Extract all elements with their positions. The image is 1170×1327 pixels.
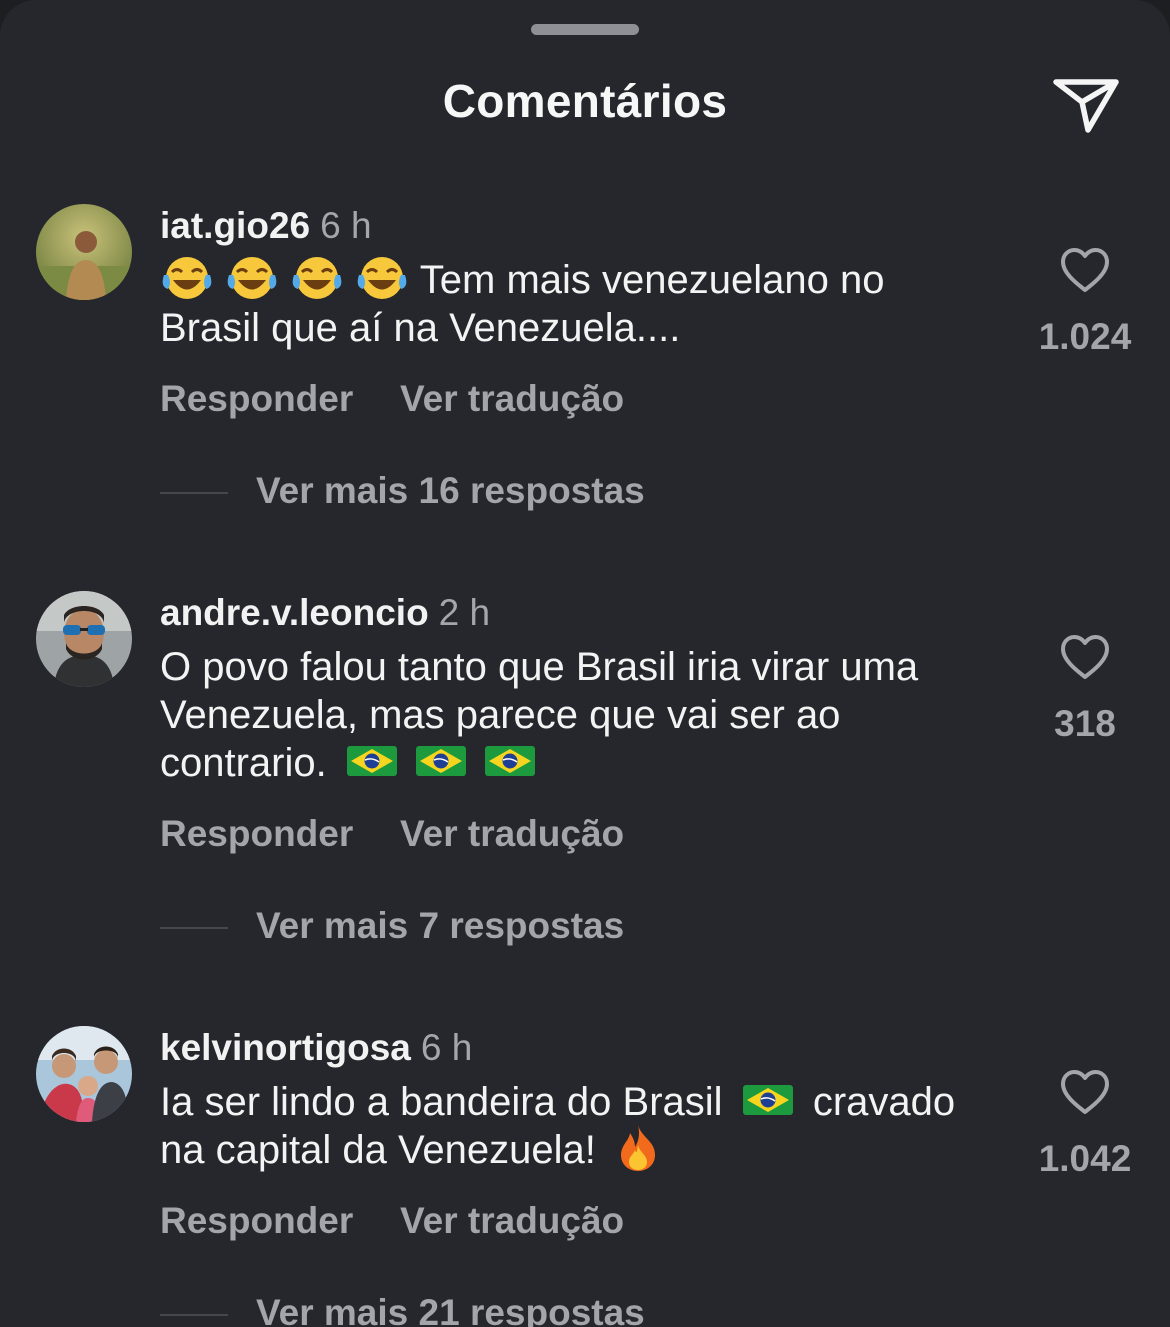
- page-title: Comentários: [442, 75, 728, 127]
- heart-icon[interactable]: [1059, 1068, 1111, 1116]
- like-count: 1.042: [1038, 1138, 1132, 1179]
- reply-button[interactable]: Responder: [160, 378, 353, 419]
- replies-divider: [160, 927, 228, 929]
- translate-button[interactable]: Ver tradução: [400, 1200, 624, 1242]
- comment-line: Tem mais venezuelano no: [160, 256, 1020, 304]
- heart-icon[interactable]: [1059, 246, 1111, 294]
- face-with-tears-of-joy-icon: [225, 255, 279, 301]
- like-count: 318: [1054, 703, 1116, 744]
- username[interactable]: iat.gio26: [160, 205, 310, 246]
- flag-brazil-icon: [484, 743, 536, 779]
- comment-text: Ia ser lindo a bandeira do Brasil cravad…: [160, 1078, 1020, 1174]
- comment-actions: Responder Ver tradução: [160, 378, 624, 420]
- like-count: 1.024: [1038, 316, 1132, 357]
- timestamp: 6 h: [320, 205, 372, 246]
- comment-text-segment: na capital da Venezuela!: [160, 1128, 596, 1172]
- like-control: 1.042: [1020, 1068, 1150, 1180]
- comment-text-segment: Tem mais venezuelano no: [419, 258, 885, 302]
- flag-brazil-icon: [742, 1082, 794, 1118]
- replies-divider: [160, 1314, 228, 1316]
- face-with-tears-of-joy-icon: [290, 255, 344, 301]
- view-replies-label: Ver mais 7 respostas: [256, 905, 625, 946]
- header: Comentários: [0, 60, 1170, 144]
- comment-line: Ia ser lindo a bandeira do Brasil cravad…: [160, 1078, 1020, 1126]
- view-replies-button[interactable]: Ver mais 7 respostas: [160, 905, 860, 949]
- translate-button[interactable]: Ver tradução: [400, 813, 624, 855]
- avatar[interactable]: [36, 591, 132, 687]
- comment-meta: andre.v.leoncio 2 h: [160, 591, 490, 635]
- face-with-tears-of-joy-icon: [355, 255, 409, 301]
- comment-text: O povo falou tanto que Brasil iria virar…: [160, 643, 1020, 787]
- comment-text-segment: cravado: [812, 1080, 956, 1124]
- username[interactable]: andre.v.leoncio: [160, 592, 429, 633]
- view-replies-label: Ver mais 16 respostas: [256, 470, 645, 511]
- fire-icon: [615, 1123, 661, 1173]
- flag-brazil-icon: [346, 743, 398, 779]
- comment-text-segment: contrario.: [160, 741, 327, 785]
- comment-line: O povo falou tanto que Brasil iria virar…: [160, 643, 1020, 691]
- heart-icon[interactable]: [1059, 633, 1111, 681]
- comment-actions: Responder Ver tradução: [160, 1200, 624, 1242]
- comment-actions: Responder Ver tradução: [160, 813, 624, 855]
- username[interactable]: kelvinortigosa: [160, 1027, 411, 1068]
- comment-line: contrario.: [160, 739, 1020, 787]
- comment-text-segment: Venezuela, mas parece que vai ser ao: [160, 693, 841, 737]
- comment-meta: iat.gio26 6 h: [160, 204, 372, 248]
- comment-text-segment: Ia ser lindo a bandeira do Brasil: [160, 1080, 723, 1124]
- comment-line: na capital da Venezuela!: [160, 1123, 1020, 1174]
- avatar[interactable]: [36, 204, 132, 300]
- translate-button[interactable]: Ver tradução: [400, 378, 624, 420]
- comment-text-segment: Brasil que aí na Venezuela....: [160, 306, 681, 350]
- reply-button[interactable]: Responder: [160, 813, 353, 854]
- view-replies-button[interactable]: Ver mais 21 respostas: [160, 1292, 860, 1327]
- reply-button[interactable]: Responder: [160, 1200, 353, 1241]
- sheet-grabber[interactable]: [531, 24, 639, 35]
- comment-text-segment: O povo falou tanto que Brasil iria virar…: [160, 645, 919, 689]
- replies-divider: [160, 492, 228, 494]
- timestamp: 2 h: [438, 592, 491, 633]
- view-replies-label: Ver mais 21 respostas: [256, 1292, 645, 1327]
- like-control: 318: [1020, 633, 1150, 745]
- timestamp: 6 h: [420, 1027, 473, 1068]
- comment-line: Brasil que aí na Venezuela....: [160, 304, 1020, 352]
- avatar[interactable]: [36, 1026, 132, 1122]
- comments-sheet: Comentários iat.gio26 6 h Tem mais venez…: [0, 0, 1170, 1327]
- flag-brazil-icon: [415, 743, 467, 779]
- paper-plane-icon[interactable]: [1050, 68, 1122, 134]
- comment-line: Venezuela, mas parece que vai ser ao: [160, 691, 1020, 739]
- comment-meta: kelvinortigosa 6 h: [160, 1026, 472, 1070]
- view-replies-button[interactable]: Ver mais 16 respostas: [160, 470, 860, 514]
- comment-text: Tem mais venezuelano no Brasil que aí na…: [160, 256, 1020, 352]
- face-with-tears-of-joy-icon: [160, 255, 214, 301]
- like-control: 1.024: [1020, 246, 1150, 358]
